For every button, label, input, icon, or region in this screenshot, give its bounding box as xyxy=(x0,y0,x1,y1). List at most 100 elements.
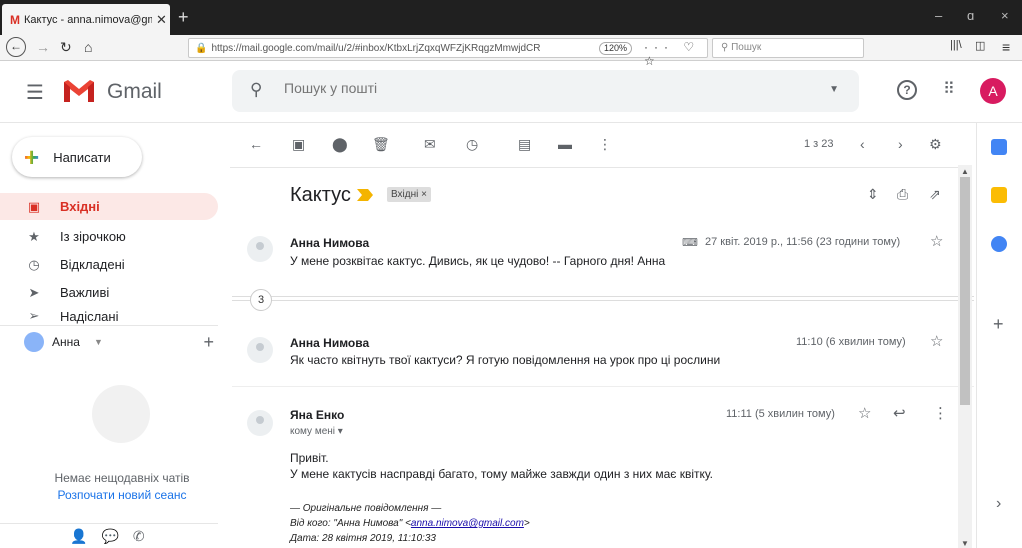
message-date: 27 квіт. 2019 р., 11:56 (23 години тому) xyxy=(705,236,901,248)
add-addon-icon[interactable]: + xyxy=(993,314,1004,335)
compose-button[interactable]: + Написати xyxy=(12,137,142,177)
main-menu-icon[interactable]: ☰ xyxy=(26,80,44,105)
label-icon[interactable]: ▬ xyxy=(558,136,572,152)
back-arrow-icon[interactable]: ← xyxy=(249,136,263,152)
browser-tab[interactable]: M Кактус - anna.nimova@gmail. ✕ xyxy=(2,4,170,35)
browser-nav-bar: ← → ↻ ⌂ 🔒 https://mail.google.com/mail/u… xyxy=(0,35,1022,68)
message-body-line: Привіт. xyxy=(290,451,329,465)
new-session-link[interactable]: Розпочати новий сеанс xyxy=(0,488,244,502)
back-icon[interactable]: ← xyxy=(6,37,26,57)
scroll-down-icon[interactable]: ▼ xyxy=(961,539,969,548)
settings-gear-icon[interactable]: ⚙ xyxy=(929,136,942,153)
message-date: 11:11 (5 хвилин тому) xyxy=(726,408,835,420)
quote-email-link[interactable]: anna.nimova@gmail.com xyxy=(411,518,524,529)
sidebar-item-label: Вхідні xyxy=(60,199,100,214)
add-chat-icon[interactable]: + xyxy=(203,332,214,353)
forward-icon[interactable]: → xyxy=(36,39,50,55)
hamburger-menu-icon[interactable]: ≡ xyxy=(1002,39,1010,55)
print-icon[interactable]: ⎙ xyxy=(897,186,908,203)
chevron-down-icon[interactable]: ▼ xyxy=(94,337,103,347)
collapsed-divider xyxy=(232,300,974,301)
tab-close-icon[interactable]: ✕ xyxy=(156,12,167,28)
sidebar-toggle-icon[interactable]: ◫ xyxy=(975,39,985,52)
expand-all-icon[interactable]: ⇕ xyxy=(867,186,879,203)
scroll-up-icon[interactable]: ▲ xyxy=(961,167,969,176)
restore-button[interactable]: ɑ xyxy=(967,8,974,23)
library-icon[interactable]: |||\ xyxy=(950,39,962,51)
snooze-icon[interactable]: ◷ xyxy=(466,136,478,153)
recipient-details[interactable]: кому мені ▾ xyxy=(290,426,343,437)
quote-header: — Оригінальне повідомлення — xyxy=(290,503,442,514)
important-icon: ➤ xyxy=(28,284,40,300)
mark-unread-icon[interactable]: ✉ xyxy=(424,136,436,153)
phone-icon[interactable]: ✆ xyxy=(133,528,159,544)
sidebar-item-inbox[interactable]: ▣ Вхідні xyxy=(0,193,218,220)
recipient-text: кому мені xyxy=(290,426,335,437)
next-page-icon[interactable]: › xyxy=(898,136,903,152)
help-icon[interactable]: ? xyxy=(897,80,917,100)
sidebar-item-label: Важливі xyxy=(60,285,110,300)
message-sender[interactable]: Анна Нимова xyxy=(290,336,369,350)
browser-search-input[interactable]: ⚲ Пошук xyxy=(712,38,864,58)
chat-icon[interactable]: 💬 xyxy=(101,528,132,544)
sidebar-bottom-divider xyxy=(0,523,218,524)
mail-search-input[interactable] xyxy=(284,80,784,96)
sidebar-item-important[interactable]: ➤ Важливі xyxy=(0,279,218,306)
contacts-icon[interactable]: 👤 xyxy=(70,528,101,544)
message-sender[interactable]: Анна Нимова xyxy=(290,236,369,250)
reply-icon[interactable]: ↩ xyxy=(893,404,906,422)
gmail-logo-icon[interactable] xyxy=(62,78,96,104)
star-toggle-icon[interactable]: ☆ xyxy=(930,232,943,250)
search-icon[interactable]: ⚲ xyxy=(250,80,262,100)
open-new-window-icon[interactable]: ⇗ xyxy=(929,186,941,203)
message-sender[interactable]: Яна Енко xyxy=(290,408,344,422)
page-count: 1 з 23 xyxy=(804,138,834,150)
calendar-icon[interactable] xyxy=(991,139,1007,155)
mail-search-bar[interactable]: ⚲ ▼ xyxy=(232,70,859,112)
star-toggle-icon[interactable]: ☆ xyxy=(930,332,943,350)
zoom-badge[interactable]: 120% xyxy=(599,42,633,55)
url-text: https://mail.google.com/mail/u/2/#inbox/… xyxy=(211,42,541,54)
report-spam-icon[interactable]: ⬤ xyxy=(332,136,348,153)
hangouts-tabs: 👤💬✆ xyxy=(70,528,159,545)
sidebar-item-snoozed[interactable]: ◷ Відкладені xyxy=(0,251,218,278)
message-date: 11:10 (6 хвилин тому) xyxy=(796,336,906,348)
sidebar-divider xyxy=(0,325,218,326)
inbox-icon: ▣ xyxy=(27,198,41,214)
message-snippet[interactable]: Як часто квітнуть твої кактуси? Я готую … xyxy=(290,353,720,367)
compose-plus-icon: + xyxy=(24,142,40,172)
delete-icon[interactable]: 🗑 xyxy=(372,136,390,153)
important-marker-icon[interactable] xyxy=(357,189,373,201)
sender-avatar xyxy=(247,337,273,363)
more-vert-icon[interactable]: ⋮ xyxy=(933,404,948,422)
quote-from: Від кого: "Анна Нимова" <anna.nimova@gma… xyxy=(290,518,530,529)
keep-icon[interactable] xyxy=(991,187,1007,203)
url-bar[interactable]: 🔒 https://mail.google.com/mail/u/2/#inbo… xyxy=(188,38,708,68)
inbox-label-chip[interactable]: Вхідні × xyxy=(387,187,431,202)
archive-icon[interactable]: ▣ xyxy=(292,136,305,153)
more-vert-icon[interactable]: ⋮ xyxy=(598,136,612,153)
star-toggle-icon[interactable]: ☆ xyxy=(858,404,871,422)
account-avatar[interactable]: A xyxy=(980,78,1006,104)
collapsed-messages-count[interactable]: 3 xyxy=(250,289,272,311)
tasks-icon[interactable] xyxy=(991,236,1007,252)
hangouts-user[interactable]: Анна ▼ + xyxy=(24,332,214,352)
message-snippet[interactable]: У мене розквітає кактус. Дивись, як це ч… xyxy=(290,254,665,268)
minimize-button[interactable]: – xyxy=(935,8,942,23)
move-to-icon[interactable]: ▤ xyxy=(518,136,531,153)
prev-page-icon[interactable]: ‹ xyxy=(860,136,865,152)
sidebar-item-starred[interactable]: ★ Із зірочкою xyxy=(0,223,218,250)
message-body-line: У мене кактусів насправді багато, тому м… xyxy=(290,467,714,481)
expand-panel-icon[interactable]: › xyxy=(996,495,1001,513)
search-options-icon[interactable]: ▼ xyxy=(829,84,839,95)
close-window-button[interactable]: × xyxy=(1001,8,1009,23)
gmail-favicon-icon: M xyxy=(10,12,20,27)
new-tab-button[interactable]: + xyxy=(178,7,189,28)
apps-grid-icon[interactable]: ⠿ xyxy=(943,79,955,99)
hangouts-avatar xyxy=(24,332,44,352)
attachment-icon: ⌨ xyxy=(682,237,698,249)
reload-icon[interactable]: ↻ xyxy=(60,39,72,56)
scrollbar-thumb[interactable] xyxy=(960,177,970,405)
home-icon[interactable]: ⌂ xyxy=(84,39,92,55)
sidebar-item-sent[interactable]: ➢ Надіслані xyxy=(0,307,218,325)
